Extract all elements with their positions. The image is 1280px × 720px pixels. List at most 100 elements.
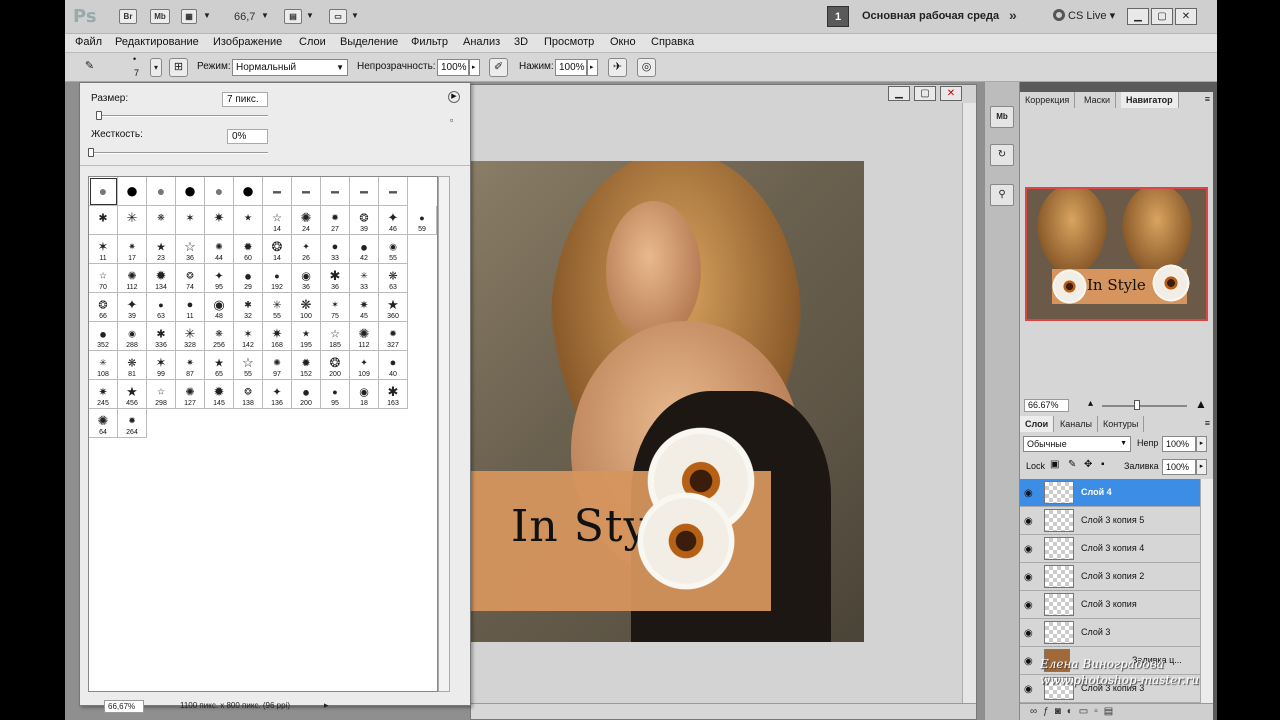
link-layers-icon[interactable]: ∞ <box>1030 706 1043 717</box>
visibility-eye-icon[interactable]: ◉ <box>1024 600 1033 611</box>
mini-bridge-panel-icon[interactable]: Mb <box>990 106 1014 128</box>
menu-file[interactable]: Файл <box>75 36 102 48</box>
brush-preset-cell[interactable]: ❂ 14 <box>263 235 292 264</box>
opacity-field[interactable]: 100% <box>437 59 469 76</box>
brush-preset-cell[interactable]: ● 59 <box>408 206 437 235</box>
brush-preset-cell[interactable]: ★ 65 <box>205 351 234 380</box>
extras-icon[interactable]: ▦ <box>181 9 197 24</box>
brush-preset-cell[interactable]: ✶ 11 <box>89 235 118 264</box>
brush-preset-cell[interactable]: ▬ <box>350 177 379 206</box>
zoom-level-readout[interactable]: 66,7 <box>234 11 255 23</box>
minimize-button[interactable]: ▁ <box>1127 8 1149 25</box>
size-field[interactable]: 7 пикс. <box>222 92 268 107</box>
brush-preset-cell[interactable]: ● <box>176 177 205 206</box>
lock-all-icon[interactable]: ▪ <box>1101 459 1105 470</box>
opacity-slider-toggle[interactable]: ▸ <box>469 59 480 76</box>
zoom-in-icon[interactable]: ▲ <box>1195 397 1207 411</box>
tab-channels[interactable]: Каналы <box>1055 416 1098 432</box>
brush-preset-cell[interactable]: ☆ 185 <box>321 322 350 351</box>
chevron-down-icon[interactable]: ▼ <box>351 11 359 20</box>
visibility-eye-icon[interactable]: ◉ <box>1024 488 1033 499</box>
layer-row[interactable]: ◉ Слой 3 копия 4 <box>1020 535 1200 563</box>
layer-row[interactable]: ◉ Слой 3 копия 5 <box>1020 507 1200 535</box>
brush-preset-cell[interactable]: ✹ 152 <box>292 351 321 380</box>
chevron-down-icon[interactable]: ▼ <box>306 11 314 20</box>
new-preset-icon[interactable]: ▫ <box>450 115 453 125</box>
brush-preset-cell[interactable]: ● 33 <box>321 235 350 264</box>
hardness-slider-thumb[interactable] <box>88 148 94 157</box>
new-layer-icon[interactable]: ▫ <box>1094 706 1104 717</box>
screen-mode-icon[interactable]: ▭ <box>329 9 347 24</box>
zoom-out-icon[interactable]: ▴ <box>1088 398 1093 409</box>
panel-menu-icon[interactable]: ≡ <box>1205 418 1210 428</box>
brush-preset-cell[interactable]: ● 40 <box>379 351 408 380</box>
brush-preset-cell[interactable]: ✳ 55 <box>263 293 292 322</box>
brush-preset-cell[interactable]: ☆ 298 <box>147 380 176 409</box>
brush-preset-cell[interactable]: ✦ 46 <box>379 206 408 235</box>
brush-preset-cell[interactable]: ❋ 100 <box>292 293 321 322</box>
layer-list-scrollbar[interactable] <box>1200 479 1213 704</box>
menu-layers[interactable]: Слои <box>299 36 326 48</box>
brush-preset-cell[interactable]: ✦ 136 <box>263 380 292 409</box>
fill-toggle[interactable]: ▸ <box>1196 459 1207 475</box>
brush-preset-cell[interactable]: ✺ 112 <box>350 322 379 351</box>
brush-preset-cell[interactable]: ☆ 36 <box>176 235 205 264</box>
brush-preset-cell[interactable]: ❂ 74 <box>176 264 205 293</box>
brush-preset-cell[interactable]: ✱ <box>89 206 118 235</box>
cs-live-button[interactable]: CS Live ▾ <box>1053 9 1115 22</box>
brush-preset-cell[interactable]: ✷ 245 <box>89 380 118 409</box>
close-button[interactable]: ✕ <box>1175 8 1197 25</box>
tab-layers[interactable]: Слои <box>1020 416 1055 432</box>
hardness-field[interactable]: 0% <box>227 129 268 144</box>
status-menu-arrow[interactable]: ▸ <box>324 700 329 711</box>
brush-preset-cell[interactable]: ✹ 60 <box>234 235 263 264</box>
layer-row[interactable]: ◉ Слой 3 <box>1020 619 1200 647</box>
brush-preset-cell[interactable]: ❋ 256 <box>205 322 234 351</box>
navigator-zoom-field[interactable]: 66.67% <box>1024 399 1069 412</box>
brush-preset-cell[interactable]: ✷ 45 <box>350 293 379 322</box>
blend-mode-select[interactable]: Обычные ▼ <box>1023 436 1131 452</box>
brush-preset-cell[interactable]: ✱ 336 <box>147 322 176 351</box>
brush-preset-cell[interactable]: ▬ <box>321 177 350 206</box>
brush-picker-toggle[interactable]: ▾ <box>150 58 162 77</box>
navigator-zoom-slider[interactable] <box>1102 405 1187 407</box>
brush-preset-cell[interactable]: ✳ 328 <box>176 322 205 351</box>
brush-preset-cell[interactable]: ✶ 75 <box>321 293 350 322</box>
workspace-name[interactable]: Основная рабочая среда <box>862 10 999 22</box>
brush-preset-cell[interactable]: ★ 23 <box>147 235 176 264</box>
brush-preset-cell[interactable]: ★ 360 <box>379 293 408 322</box>
visibility-eye-icon[interactable]: ◉ <box>1024 656 1033 667</box>
history-panel-icon[interactable]: ↻ <box>990 144 1014 166</box>
brush-preset-cell[interactable]: ✶ 142 <box>234 322 263 351</box>
menu-analysis[interactable]: Анализ <box>463 36 500 48</box>
pressure-field[interactable]: 100% <box>555 59 587 76</box>
layer-row[interactable]: ◉ Слой 3 копия 2 <box>1020 563 1200 591</box>
brush-preset-cell[interactable]: ✺ 112 <box>118 264 147 293</box>
status-document-info[interactable]: 1100 пикс. x 800 пикс. (96 ppi) <box>180 701 290 710</box>
brush-preset-cell[interactable]: ✷ <box>205 206 234 235</box>
brush-preset-cell[interactable]: ● <box>234 177 263 206</box>
brush-grid-scrollbar[interactable] <box>438 176 450 692</box>
layer-row[interactable]: ◉ Слой 3 копия <box>1020 591 1200 619</box>
brush-preset-cell[interactable]: ● 11 <box>176 293 205 322</box>
brush-preset-cell[interactable]: ● 95 <box>321 380 350 409</box>
visibility-eye-icon[interactable]: ◉ <box>1024 628 1033 639</box>
lock-position-icon[interactable]: ✥ <box>1084 459 1092 470</box>
clone-source-icon[interactable]: ⚲ <box>990 184 1014 206</box>
menu-select[interactable]: Выделение <box>340 36 398 48</box>
chevron-down-icon[interactable]: ▼ <box>203 11 211 20</box>
brush-preset-cell[interactable]: ✷ 168 <box>263 322 292 351</box>
brush-preset-cell[interactable]: ● <box>118 177 147 206</box>
brush-preset-cell[interactable]: ▬ <box>263 177 292 206</box>
brush-preset-cell[interactable]: ✶ 99 <box>147 351 176 380</box>
brush-preset-cell[interactable]: ✹ 134 <box>147 264 176 293</box>
brush-preset-cell[interactable]: ✺ 127 <box>176 380 205 409</box>
menu-image[interactable]: Изображение <box>213 36 282 48</box>
mode-select[interactable]: Нормальный ▼ <box>232 59 348 76</box>
navigator-zoom-thumb[interactable] <box>1134 400 1140 410</box>
brush-preset-cell[interactable]: ✱ 36 <box>321 264 350 293</box>
visibility-eye-icon[interactable]: ◉ <box>1024 516 1033 527</box>
brush-preset-cell[interactable]: ★ 456 <box>118 380 147 409</box>
mini-bridge-button[interactable]: Mb <box>150 9 170 24</box>
menu-help[interactable]: Справка <box>651 36 694 48</box>
